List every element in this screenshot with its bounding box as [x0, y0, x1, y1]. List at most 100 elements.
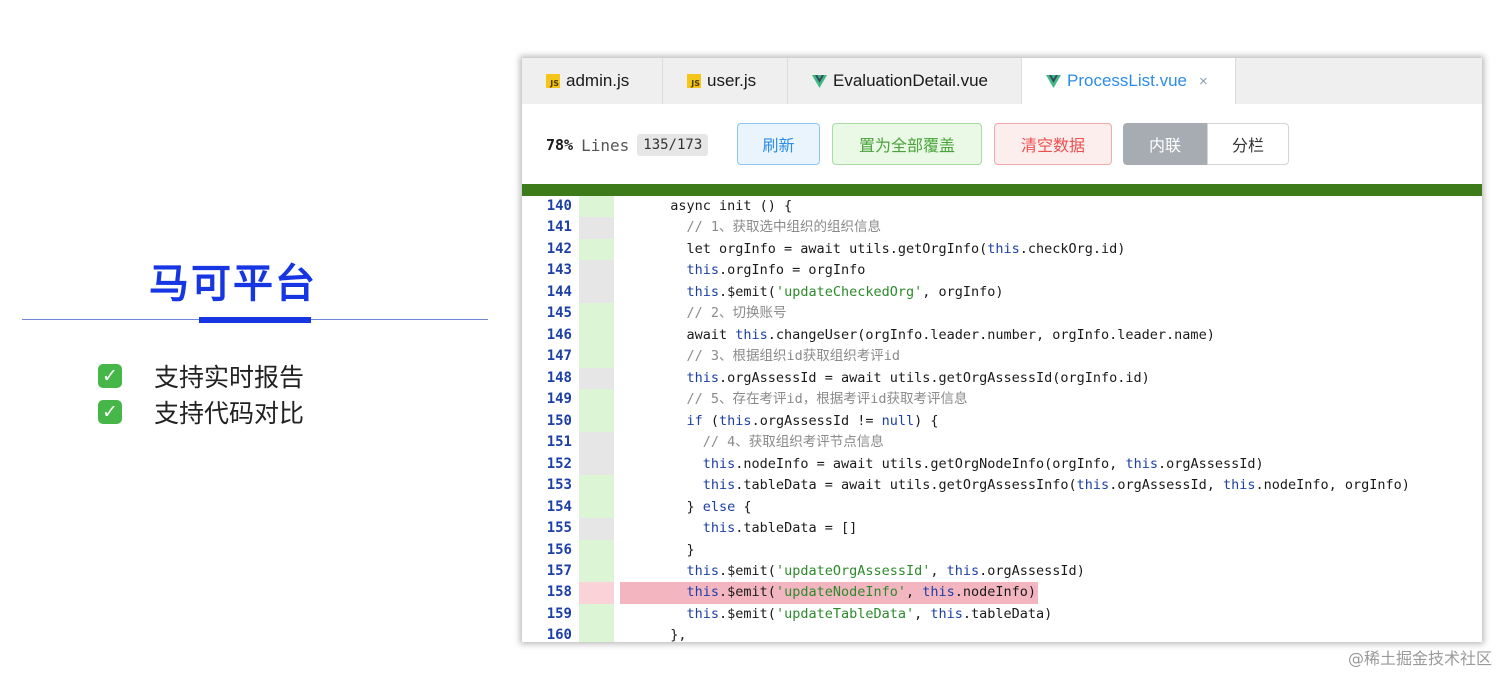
- js-icon: JS: [546, 74, 560, 88]
- coverage-marker: [579, 582, 614, 604]
- tab-label: ProcessList.vue: [1067, 71, 1187, 90]
- code-line: 151 // 4、获取组织考评节点信息: [522, 432, 1482, 454]
- coverage-marker: [579, 238, 614, 261]
- tab-evaluation-detail-vue[interactable]: EvaluationDetail.vue: [788, 58, 1022, 104]
- code-line: 143 this.orgInfo = orgInfo: [522, 260, 1482, 282]
- line-number: 151: [546, 434, 572, 451]
- lines-label: Lines: [581, 135, 630, 155]
- coverage-marker: [579, 281, 614, 304]
- coverage-marker: [579, 410, 614, 433]
- code-text: // 5、存在考评id，根据考评id获取考评信息: [686, 391, 968, 408]
- code-text: await this.changeUser(orgInfo.leader.num…: [654, 326, 1215, 343]
- code-line: 140 async init () {: [522, 196, 1482, 218]
- coverage-marker: [579, 303, 614, 325]
- code-line: 150 if (this.orgAssessId != null) {: [522, 410, 1482, 433]
- line-number: 154: [546, 498, 572, 515]
- refresh-button[interactable]: 刷新: [737, 123, 820, 165]
- code-text: this.$emit('updateOrgAssessId', this.org…: [686, 562, 1085, 579]
- tab-admin-js[interactable]: JS admin.js: [522, 58, 663, 104]
- coverage-marker: [579, 432, 614, 454]
- code-view: 140 async init () {141 // 1、获取选中组织的组织信息 1…: [522, 196, 1482, 642]
- line-number: 152: [546, 455, 572, 472]
- line-number: 145: [546, 305, 572, 322]
- coverage-stats: 78% Lines 135/173: [546, 134, 709, 156]
- code-text: // 4、获取组织考评节点信息: [702, 434, 884, 451]
- line-number: 149: [546, 391, 572, 408]
- check-mark-icon: ✓: [98, 400, 122, 424]
- code-line: 158 this.$emit('updateNodeInfo', this.no…: [522, 582, 1482, 604]
- code-line: 159 this.$emit('updateTableData', this.t…: [522, 603, 1482, 626]
- vue-icon: [1046, 74, 1061, 88]
- code-line: 154 } else {: [522, 496, 1482, 519]
- coverage-marker: [579, 475, 614, 497]
- code-text: // 3、根据组织id获取组织考评id: [686, 348, 901, 365]
- close-tab-icon[interactable]: ×: [1199, 73, 1208, 90]
- line-number: 159: [546, 605, 572, 622]
- feature-item-realtime-report: ✓ 支持实时报告: [98, 358, 304, 394]
- feature-item-code-diff: ✓ 支持代码对比: [98, 394, 304, 430]
- line-number: 156: [546, 541, 572, 558]
- code-line: 141 // 1、获取选中组织的组织信息: [522, 217, 1482, 239]
- tab-label: EvaluationDetail.vue: [833, 71, 988, 90]
- vue-icon: [812, 74, 827, 88]
- code-text: this.tableData = []: [702, 520, 858, 537]
- line-number: 146: [546, 326, 572, 343]
- code-line: 156 }: [522, 539, 1482, 561]
- tab-label: user.js: [707, 71, 757, 90]
- line-number: 140: [546, 198, 572, 214]
- line-number: 160: [546, 627, 572, 642]
- tab-process-list-vue[interactable]: ProcessList.vue ×: [1022, 58, 1236, 104]
- code-line: 148 this.orgAssessId = await utils.getOr…: [522, 367, 1482, 390]
- code-line: 146 await this.changeUser(orgInfo.leader…: [522, 324, 1482, 347]
- coverage-viewer-window: JS admin.js JS user.js EvaluationDetail.…: [522, 58, 1482, 642]
- feature-text: 支持实时报告: [154, 363, 305, 392]
- coverage-marker: [579, 217, 614, 239]
- code-text: if (this.orgAssessId != null) {: [686, 412, 939, 429]
- coverage-marker: [579, 260, 614, 282]
- coverage-marker: [579, 496, 614, 519]
- coverage-marker: [579, 625, 614, 642]
- line-number: 155: [546, 520, 572, 537]
- platform-title: 马可平台: [149, 261, 317, 307]
- coverage-marker: [579, 518, 614, 540]
- coverage-marker: [579, 367, 614, 390]
- code-text: this.tableData = await utils.getOrgAsses…: [702, 477, 1410, 494]
- code-text: // 2、切换账号: [686, 305, 787, 322]
- coverage-marker: [579, 389, 614, 411]
- line-number: 153: [546, 477, 572, 494]
- code-line: 157 this.$emit('updateOrgAssessId', this…: [522, 560, 1482, 583]
- coverage-progress-bar: [522, 184, 1482, 196]
- code-line: 155 this.tableData = []: [522, 518, 1482, 540]
- file-tab-bar: JS admin.js JS user.js EvaluationDetail.…: [522, 58, 1482, 104]
- code-line: 160 },: [522, 625, 1482, 642]
- lines-count-badge: 135/173: [637, 134, 709, 156]
- code-text: this.$emit('updateTableData', this.table…: [686, 605, 1053, 622]
- code-text: let orgInfo = await utils.getOrgInfo(thi…: [654, 240, 1126, 257]
- inline-view-toggle[interactable]: 内联: [1123, 123, 1207, 165]
- mark-all-covered-button[interactable]: 置为全部覆盖: [832, 123, 982, 165]
- check-mark-icon: ✓: [98, 364, 122, 388]
- code-line: 149 // 5、存在考评id，根据考评id获取考评信息: [522, 389, 1482, 411]
- clear-data-button[interactable]: 清空数据: [994, 123, 1112, 165]
- code-line: 145 // 2、切换账号: [522, 303, 1482, 325]
- coverage-marker: [579, 603, 614, 626]
- coverage-marker: [579, 539, 614, 561]
- code-text: } else {: [654, 498, 752, 515]
- code-text: this.orgInfo = orgInfo: [686, 262, 866, 279]
- tab-user-js[interactable]: JS user.js: [663, 58, 788, 104]
- feature-text: 支持代码对比: [154, 399, 305, 428]
- coverage-toolbar: 78% Lines 135/173 刷新 置为全部覆盖 清空数据 内联 分栏: [522, 104, 1482, 184]
- split-view-toggle[interactable]: 分栏: [1207, 123, 1289, 165]
- code-text: }: [654, 541, 695, 558]
- feature-list: ✓ 支持实时报告 ✓ 支持代码对比: [98, 358, 304, 430]
- line-number: 144: [546, 283, 572, 300]
- code-text: async init () {: [654, 198, 793, 214]
- coverage-percent: 78%: [546, 136, 574, 154]
- code-line: 142 let orgInfo = await utils.getOrgInfo…: [522, 238, 1482, 261]
- js-icon: JS: [687, 74, 701, 88]
- code-line: 144 this.$emit('updateCheckedOrg', orgIn…: [522, 281, 1482, 304]
- coverage-marker: [579, 196, 614, 218]
- line-number: 142: [546, 240, 572, 257]
- coverage-marker: [579, 560, 614, 583]
- code-line: 147 // 3、根据组织id获取组织考评id: [522, 346, 1482, 368]
